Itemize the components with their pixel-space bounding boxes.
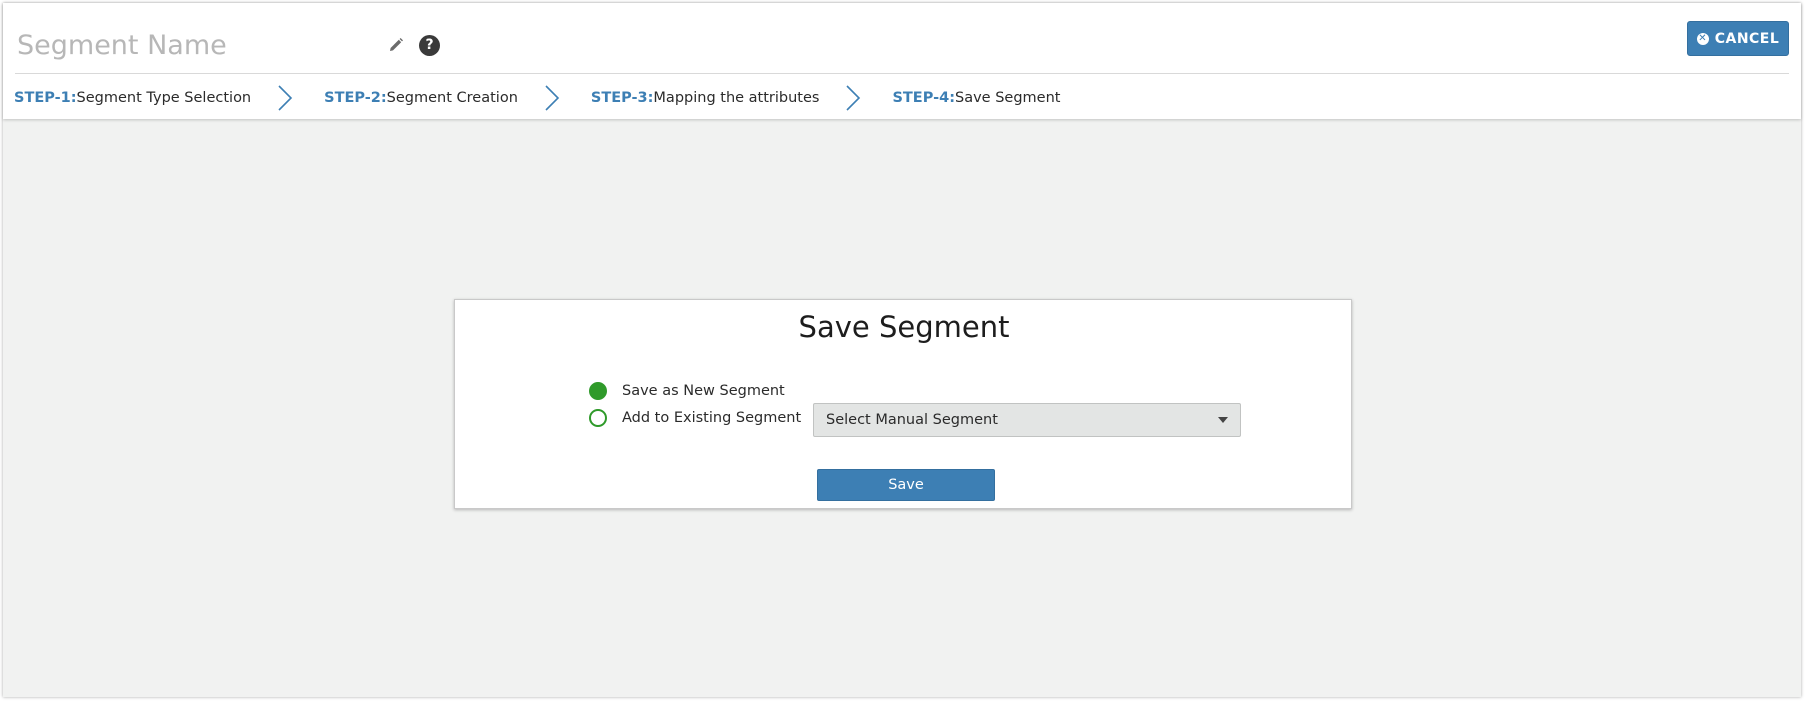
step-label: Segment Creation bbox=[386, 90, 518, 106]
step-number: STEP-2 bbox=[324, 90, 381, 106]
select-value: Select Manual Segment bbox=[826, 412, 998, 428]
radio-save-new[interactable] bbox=[589, 382, 607, 400]
step-4[interactable]: STEP-4 : Save Segment bbox=[892, 90, 1060, 106]
cancel-label: CANCEL bbox=[1714, 30, 1780, 47]
question-icon[interactable]: ? bbox=[419, 34, 440, 56]
step-breadcrumb: STEP-1 : Segment Type Selection STEP-2 :… bbox=[14, 81, 1060, 115]
option-label: Add to Existing Segment bbox=[622, 410, 802, 426]
chevron-right-icon bbox=[545, 85, 560, 111]
caret-down-icon bbox=[1218, 417, 1228, 423]
step-label: Segment Type Selection bbox=[76, 90, 252, 106]
step-label: Mapping the attributes bbox=[653, 90, 820, 106]
step-number: STEP-4 bbox=[892, 90, 950, 106]
option-save-new[interactable]: Save as New Segment bbox=[589, 382, 785, 400]
step-2[interactable]: STEP-2 : Segment Creation bbox=[324, 90, 518, 106]
cancel-button[interactable]: ✕ CANCEL bbox=[1687, 21, 1789, 56]
step-number: STEP-1 bbox=[14, 90, 71, 106]
manual-segment-select[interactable]: Select Manual Segment bbox=[813, 403, 1241, 437]
save-segment-card: Save Segment Save as New Segment Add to … bbox=[454, 299, 1352, 509]
chevron-right-icon bbox=[846, 85, 861, 111]
chevron-right-icon bbox=[278, 85, 293, 111]
pencil-icon[interactable] bbox=[387, 36, 405, 54]
segment-name-input[interactable]: Segment Name bbox=[17, 30, 375, 61]
option-add-existing[interactable]: Add to Existing Segment bbox=[589, 409, 801, 427]
header-divider bbox=[15, 73, 1789, 74]
step-3[interactable]: STEP-3 : Mapping the attributes bbox=[591, 90, 820, 106]
segment-name-row: Segment Name ? bbox=[17, 21, 440, 69]
radio-add-existing[interactable] bbox=[589, 409, 607, 427]
app-frame: Segment Name ? ✕ CANCEL STEP-1 : Segment… bbox=[3, 3, 1801, 697]
card-title: Save Segment bbox=[798, 310, 1010, 344]
step-number: STEP-3 bbox=[590, 90, 648, 106]
step-1[interactable]: STEP-1 : Segment Type Selection bbox=[14, 90, 251, 106]
step-label: Save Segment bbox=[955, 90, 1061, 106]
page-header: Segment Name ? ✕ CANCEL STEP-1 : Segment… bbox=[3, 3, 1801, 119]
save-button[interactable]: Save bbox=[817, 469, 995, 501]
option-label: Save as New Segment bbox=[622, 383, 785, 399]
close-circle-icon: ✕ bbox=[1696, 32, 1709, 45]
